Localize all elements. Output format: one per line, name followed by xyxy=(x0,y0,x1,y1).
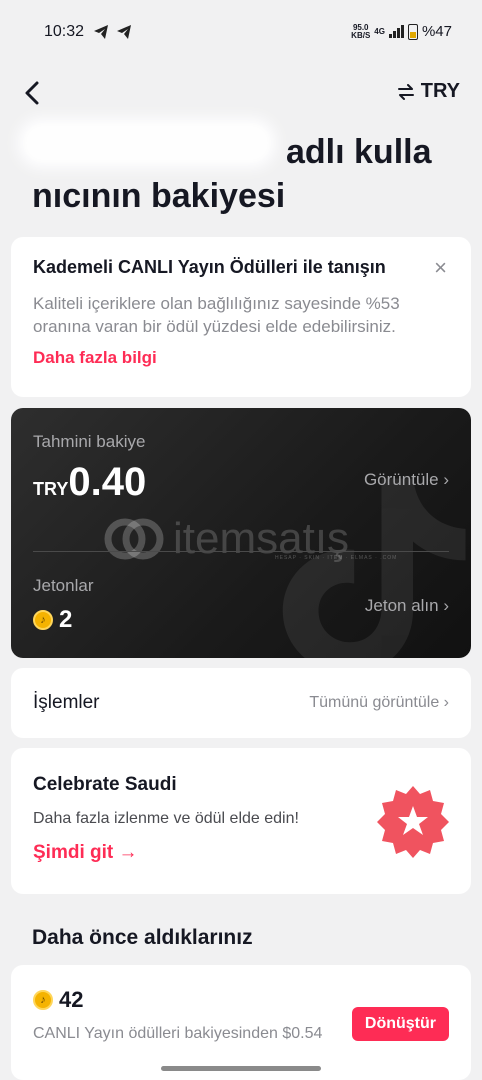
signal-icon xyxy=(388,25,404,38)
divider xyxy=(33,551,449,552)
previous-section-title: Daha önce aldıklarınız xyxy=(32,926,253,949)
balance-amount: TRY 0.40 xyxy=(33,460,146,505)
coins-label: Jetonlar xyxy=(33,576,94,595)
battery-level: %47 xyxy=(421,23,452,40)
reward-card: ♪ 42 CANLI Yayın ödülleri bakiyesinden $… xyxy=(11,965,471,1080)
promo-card: Kademeli CANLI Yayın Ödülleri ile tanışı… xyxy=(11,237,471,397)
currency-switch-button[interactable]: TRY xyxy=(397,80,460,103)
balance-card: Tahmini bakiye TRY 0.40 Görüntüle › item… xyxy=(11,408,471,658)
estimated-balance-label: Tahmini bakiye xyxy=(33,432,146,451)
swap-icon xyxy=(397,83,414,100)
star-badge-icon xyxy=(377,786,449,858)
status-indicators: 95.0 KB/S 4G %47 xyxy=(351,23,452,40)
promo-body: Kaliteli içeriklere olan bağlılığınız sa… xyxy=(33,294,400,336)
transactions-row[interactable]: İşlemler Tümünü görüntüle › xyxy=(11,668,471,738)
celebrate-card: Celebrate Saudi Daha fazla izlenme ve öd… xyxy=(11,748,471,894)
back-icon[interactable] xyxy=(18,78,48,108)
view-balance-link[interactable]: Görüntüle › xyxy=(364,470,449,490)
get-coins-link[interactable]: Jeton alın › xyxy=(365,596,449,616)
watermark-subtext: HESAP · SKIN · ITEM · ELMAS · .COM xyxy=(275,555,398,561)
home-indicator[interactable] xyxy=(161,1066,321,1071)
convert-button[interactable]: Dönüştür xyxy=(351,1007,449,1041)
coin-icon: ♪ xyxy=(33,610,53,630)
promo-title: Kademeli CANLI Yayın Ödülleri ile tanışı… xyxy=(33,257,386,277)
coin-icon: ♪ xyxy=(33,990,53,1010)
status-bar: 10:32 95.0 KB/S 4G %47 xyxy=(0,0,482,62)
transactions-title: İşlemler xyxy=(33,692,100,713)
telegram-icon xyxy=(117,25,131,39)
balance-currency: TRY xyxy=(33,479,69,499)
learn-more-link[interactable]: Daha fazla bilgi xyxy=(33,348,449,368)
reward-description: CANLI Yayın ödülleri bakiyesinden $0.54 xyxy=(33,1025,323,1042)
balance-value: 0.40 xyxy=(68,460,147,504)
view-all-link[interactable]: Tümünü görüntüle › xyxy=(309,694,449,712)
telegram-icon xyxy=(94,25,108,39)
coins-count: ♪ 2 xyxy=(33,606,72,634)
currency-label: TRY xyxy=(420,80,460,102)
status-time: 10:32 xyxy=(44,23,85,40)
redacted-username xyxy=(18,118,276,168)
network-speed: 95.0 KB/S xyxy=(351,22,371,40)
battery-icon xyxy=(407,23,418,40)
close-icon[interactable]: × xyxy=(434,255,447,281)
watermark-logo-icon xyxy=(104,518,164,560)
page-title-line2: nıcının bakiyesi xyxy=(32,177,286,215)
network-type: 4G xyxy=(374,27,385,36)
